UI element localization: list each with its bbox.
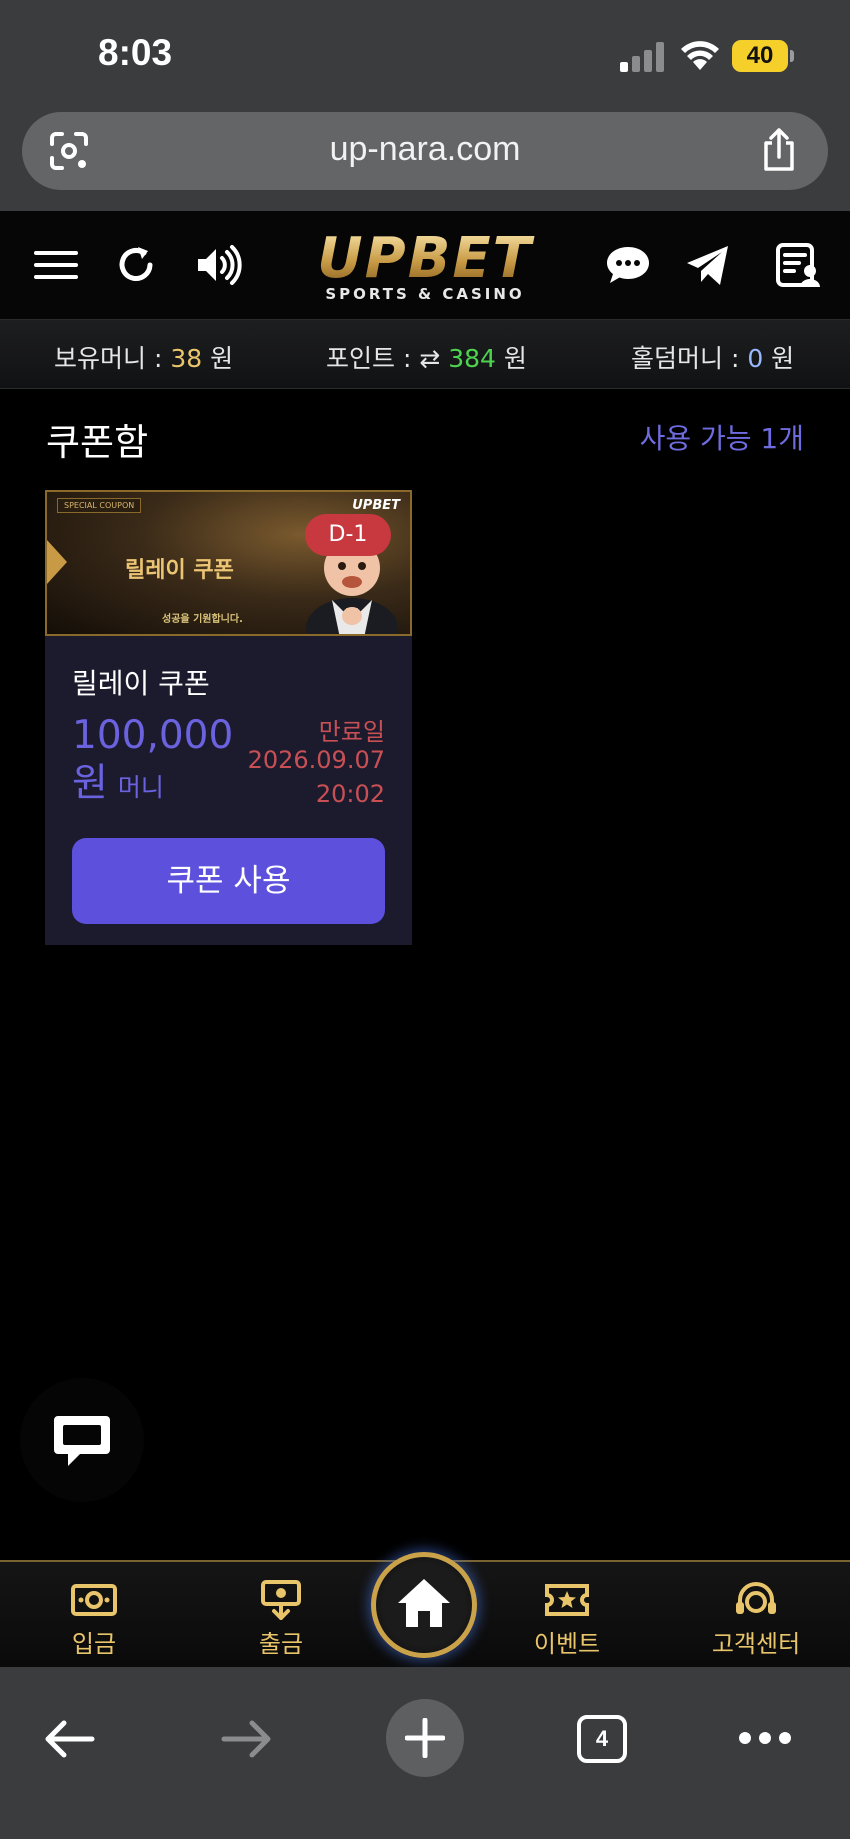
balance-bar: 보유머니 : 38 원 포인트 : ⇄ 384 원 홀덤머니 : 0 원: [0, 319, 850, 389]
url-text: up-nara.com: [329, 130, 521, 168]
sound-icon[interactable]: [194, 241, 242, 289]
holding-money: 보유머니 : 38 원: [54, 344, 234, 373]
back-arrow-icon[interactable]: [42, 1717, 96, 1761]
expire-time: 20:02: [315, 780, 385, 808]
coupon-amount-block: 100,000 원 머니: [72, 712, 233, 812]
tabs-button[interactable]: 4: [577, 1715, 627, 1763]
status-time: 8:03: [98, 32, 173, 73]
logo-sub: SPORTS & CASINO: [325, 285, 525, 303]
exchange-icon[interactable]: ⇄: [419, 344, 448, 373]
nav-withdraw[interactable]: 출금: [221, 1580, 341, 1659]
signal-icon: [620, 42, 666, 72]
status-bar: 8:03 40: [0, 0, 850, 105]
more-options-icon[interactable]: [738, 1730, 792, 1746]
home-icon: [398, 1579, 450, 1627]
nav-event[interactable]: 이벤트: [507, 1580, 627, 1659]
live-chat-icon: [54, 1416, 110, 1466]
nav-withdraw-label: 출금: [258, 1630, 304, 1658]
holdem-money-value: 0: [747, 344, 764, 373]
site-header: UPBET SPORTS & CASINO: [0, 211, 850, 319]
nav-support-label: 고객센터: [711, 1630, 801, 1658]
battery-cap: [790, 50, 794, 62]
dday-badge: D-1: [305, 514, 391, 556]
expire-date: 2026.09.07: [247, 746, 385, 774]
banner-arrow: [47, 540, 67, 584]
event-ticket-icon: [545, 1584, 589, 1616]
wifi-icon: [681, 41, 719, 70]
bottom-navigation: 입금 출금 이벤트 고객센터: [0, 1552, 850, 1667]
coupon-banner: SPECIAL COUPON UPBET 릴레이 쿠폰 성공을 기원합니다. D…: [45, 490, 412, 636]
headset-icon: [736, 1582, 776, 1614]
nav-deposit-label: 입금: [71, 1630, 117, 1658]
share-icon[interactable]: [760, 127, 798, 173]
banner-subtitle: 성공을 기원합니다.: [162, 614, 243, 625]
nav-support[interactable]: 고객센터: [696, 1580, 816, 1659]
coupon-type: 머니: [117, 773, 164, 802]
banner-logo: UPBET: [352, 498, 400, 513]
point-balance[interactable]: 포인트 : ⇄ 384 원: [326, 339, 527, 375]
holdem-money: 홀덤머니 : 0 원: [631, 344, 795, 373]
available-count: 사용 가능 1개: [639, 422, 804, 455]
home-button[interactable]: [371, 1552, 477, 1658]
notice-icon[interactable]: [774, 241, 822, 289]
deposit-icon: [71, 1584, 117, 1616]
browser-toolbar-bottom: 4: [0, 1667, 850, 1839]
expire-label: 만료일: [318, 718, 385, 746]
use-coupon-button[interactable]: 쿠폰 사용: [72, 838, 385, 924]
refresh-icon[interactable]: [112, 241, 160, 289]
chat-icon[interactable]: [604, 241, 652, 289]
live-chat-button[interactable]: [20, 1378, 144, 1502]
logo-main: UPBET: [300, 231, 550, 287]
menu-icon[interactable]: [32, 241, 80, 289]
banner-tag: SPECIAL COUPON: [57, 498, 142, 513]
forward-arrow-icon[interactable]: [220, 1717, 274, 1761]
address-bar[interactable]: up-nara.com: [22, 112, 828, 190]
point-value: 384: [448, 344, 496, 373]
banner-title: 릴레이 쿠폰: [125, 558, 234, 583]
page-title: 쿠폰함: [46, 421, 149, 464]
telegram-icon[interactable]: [684, 241, 732, 289]
nav-event-label: 이벤트: [533, 1630, 601, 1658]
holding-money-value: 38: [170, 344, 203, 373]
plus-icon: [405, 1718, 445, 1758]
withdraw-icon: [261, 1580, 301, 1620]
battery-indicator: 40: [732, 40, 788, 72]
new-tab-button[interactable]: [386, 1699, 464, 1777]
upbet-logo[interactable]: UPBET SPORTS & CASINO: [300, 231, 550, 311]
browser-toolbar-top: up-nara.com: [0, 105, 850, 211]
nav-deposit[interactable]: 입금: [34, 1580, 154, 1659]
coupon-name: 릴레이 쿠폰: [72, 667, 210, 700]
coupon-card: SPECIAL COUPON UPBET 릴레이 쿠폰 성공을 기원합니다. D…: [45, 490, 412, 945]
